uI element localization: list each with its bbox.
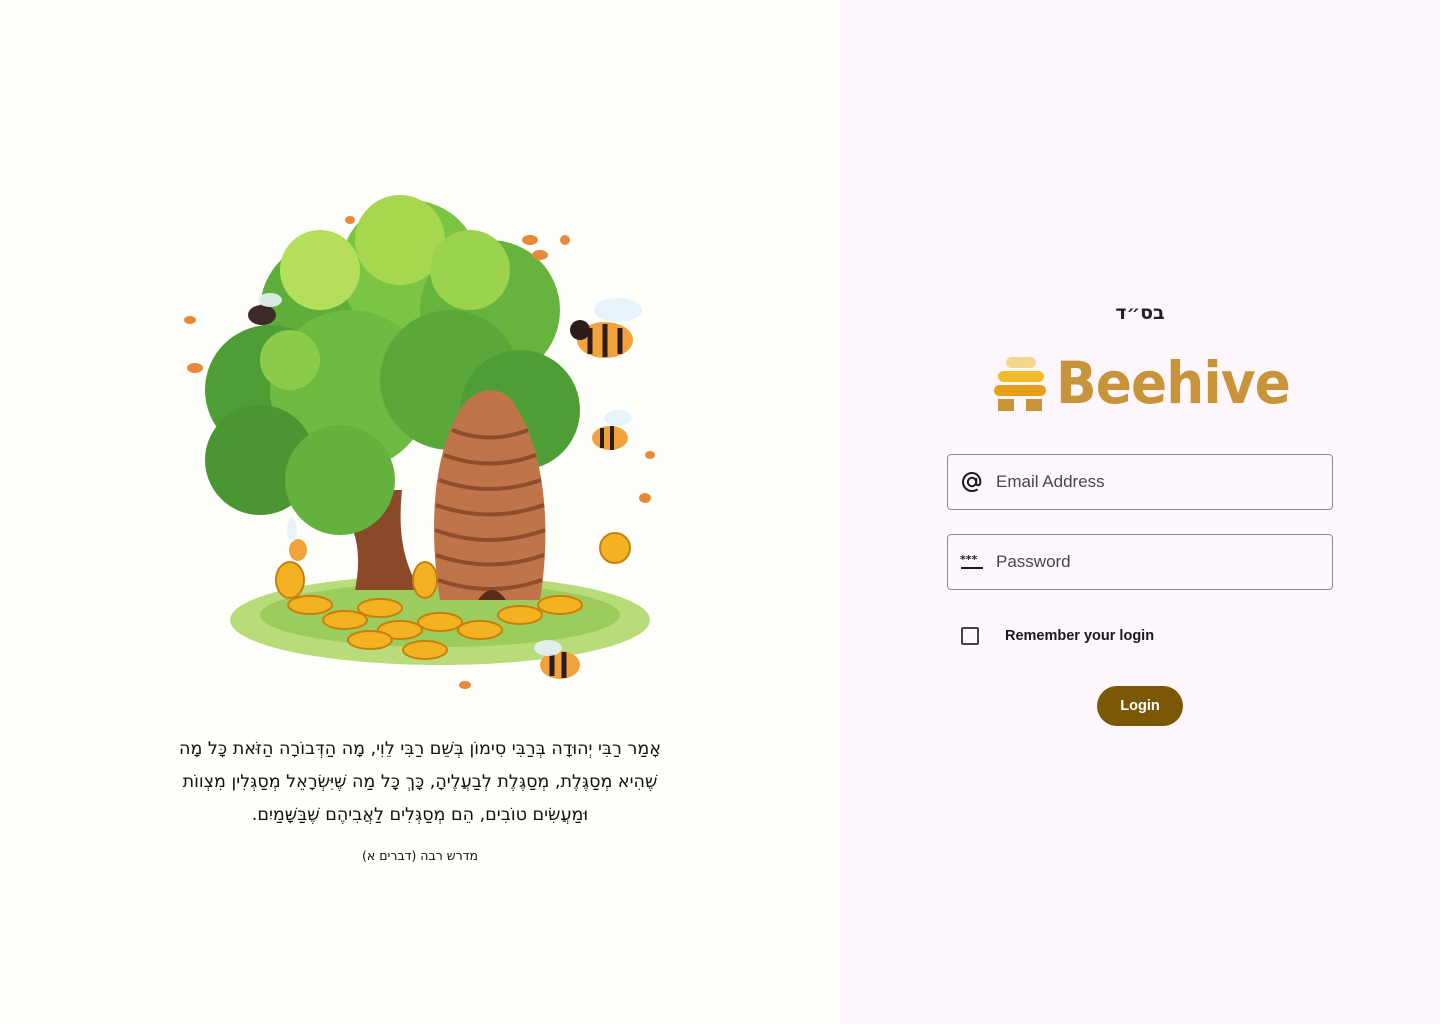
beehive-tree-illustration (140, 160, 700, 720)
logo-text: Beehive (1056, 349, 1291, 417)
left-panel: אָמַר רַבִּי יְהוּדָה בְּרַבִּי סִימוֹן … (0, 0, 840, 1024)
quote-line: אָמַר רַבִּי יְהוּדָה בְּרַבִּי סִימוֹן … (179, 739, 661, 759)
email-input[interactable] (996, 472, 1316, 492)
quote-line: שֶׁהִיא מְסַגֶּלֶת, מְסַגֶּלֶת לְבַעֲלֶי… (182, 772, 658, 792)
password-field[interactable]: *** (947, 534, 1333, 590)
login-button[interactable]: Login (1097, 686, 1183, 726)
beehive-logo: Beehive (992, 350, 1310, 416)
beehive-logo-icon (992, 353, 1048, 413)
at-sign-icon (960, 470, 984, 494)
bsd-header: בס״ד (1115, 302, 1165, 324)
quote-source: מדרש רבה (דברים א) (362, 848, 478, 863)
svg-text:***: *** (960, 553, 978, 566)
password-asterisks-icon: *** (960, 550, 984, 574)
email-field[interactable] (947, 454, 1333, 510)
midrash-quote: אָמַר רַבִּי יְהוּדָה בְּרַבִּי סִימוֹן … (140, 733, 700, 832)
quote-line: וּמַעֲשִׂים טוֹבִים, הֵם מְסַגְּלִים לַא… (251, 805, 589, 825)
password-input[interactable] (996, 552, 1316, 572)
remember-login[interactable]: Remember your login (961, 627, 1154, 645)
login-panel: בס״ד Beehive *** (840, 0, 1440, 1024)
remember-checkbox[interactable] (961, 627, 979, 645)
remember-label[interactable]: Remember your login (1005, 628, 1154, 644)
